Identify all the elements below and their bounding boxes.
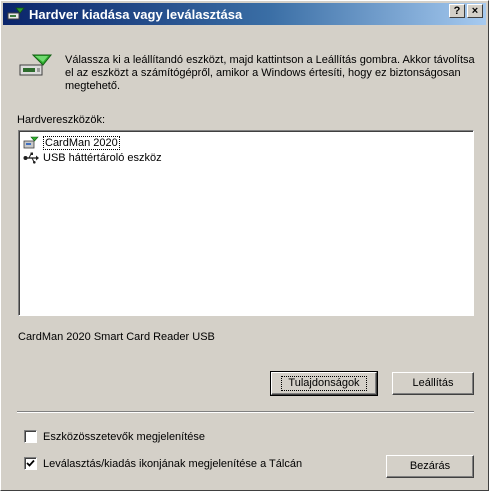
eject-hardware-icon: [19, 51, 53, 81]
show-components-checkbox[interactable]: [24, 430, 37, 443]
title-bar[interactable]: Hardver kiadása vagy leválasztása: [3, 3, 486, 25]
close-button[interactable]: Bezárás: [386, 455, 474, 478]
checkmark-icon: [26, 459, 35, 467]
properties-button-label: Tulajdonságok: [281, 376, 367, 391]
safely-remove-hardware-dialog: Hardver kiadása vagy leválasztása ? × Vá…: [0, 0, 489, 491]
show-components-label: Eszközösszetevők megjelenítése: [43, 430, 206, 443]
show-tray-icon-label: Leválasztás/kiadás ikonjának megjeleníté…: [43, 457, 303, 470]
eject-hardware-icon: [7, 6, 25, 22]
properties-button[interactable]: Tulajdonságok: [270, 371, 378, 396]
hardware-devices-label: Hardvereszközök:: [17, 114, 106, 126]
option-show-tray-icon[interactable]: Leválasztás/kiadás ikonjának megjeleníté…: [24, 457, 302, 470]
device-label: CardMan 2020: [43, 135, 120, 150]
selected-device-description: CardMan 2020 Smart Card Reader USB: [18, 331, 215, 343]
separator: [17, 411, 474, 413]
close-icon[interactable]: ×: [467, 4, 483, 18]
hardware-device-list[interactable]: CardMan 2020 USB háttértároló eszköz: [18, 130, 474, 316]
stop-button[interactable]: Leállítás: [392, 372, 474, 395]
smart-card-reader-icon: [23, 136, 39, 150]
option-show-components[interactable]: Eszközösszetevők megjelenítése: [24, 430, 205, 443]
usb-icon: [23, 151, 39, 165]
device-item-usb-storage[interactable]: USB háttértároló eszköz: [23, 150, 162, 165]
device-label: USB háttértároló eszköz: [43, 151, 162, 164]
instruction-text: Válassza ki a leállítandó eszközt, majd …: [65, 54, 475, 92]
device-item-cardman[interactable]: CardMan 2020: [23, 135, 120, 150]
help-button[interactable]: ?: [449, 4, 465, 18]
window-title: Hardver kiadása vagy leválasztása: [29, 6, 243, 22]
show-tray-icon-checkbox[interactable]: [24, 457, 37, 470]
